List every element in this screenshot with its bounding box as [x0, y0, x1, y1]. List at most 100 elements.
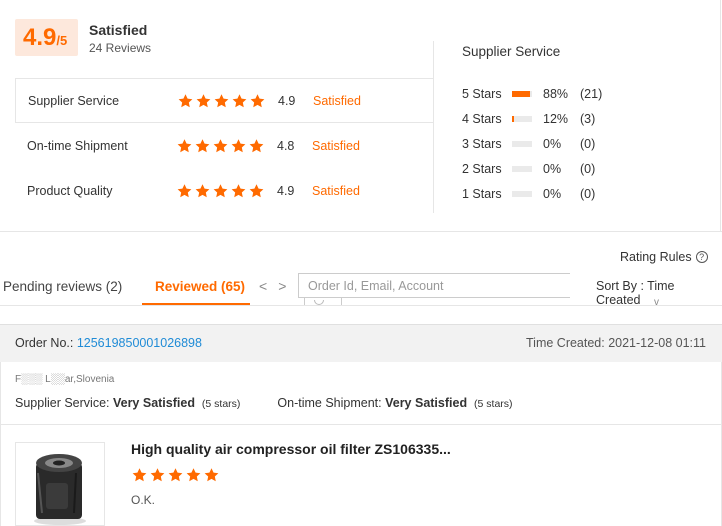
- metric-stars: [177, 93, 266, 109]
- metric-name: On-time Shipment: [27, 138, 128, 153]
- order-ratings: Supplier Service: Very Satisfied (5 star…: [15, 396, 513, 410]
- section-divider: [0, 231, 722, 232]
- overall-score-suffix: /5: [56, 33, 68, 48]
- distribution-label: 4 Stars: [462, 112, 502, 126]
- star-icon: [212, 138, 229, 154]
- distribution-row: 5 Stars 88% (21): [462, 85, 602, 103]
- distribution-count: (0): [580, 137, 596, 151]
- star-icon: [176, 138, 193, 154]
- buyer-info: F░░░ L░░ar,Slovenia: [15, 374, 115, 385]
- star-icon: [177, 93, 194, 109]
- star-icon: [195, 93, 212, 109]
- sort-by-dropdown[interactable]: Sort By : Time Created: [596, 279, 722, 307]
- star-icon: [213, 93, 230, 109]
- shipment-stars: (5 stars): [474, 398, 513, 410]
- metric-score: 4.9: [278, 93, 296, 108]
- item-divider: [0, 424, 722, 425]
- distribution-percent: 0%: [543, 137, 562, 151]
- distribution-count: (21): [580, 87, 603, 101]
- chevron-left-icon[interactable]: <: [259, 278, 267, 294]
- metric-name: Supplier Service: [28, 93, 120, 108]
- distribution-row: 2 Stars 0% (0): [462, 160, 595, 178]
- shipment-value: Very Satisfied: [385, 396, 468, 410]
- metric-row-on-time-shipment[interactable]: On-time Shipment 4.8 Satisfied: [15, 123, 433, 168]
- tab-scroll-arrows: < >: [259, 278, 286, 294]
- distribution-label: 5 Stars: [462, 87, 502, 101]
- order-number: Order No.: 125619850001026898: [15, 336, 202, 350]
- star-icon: [248, 138, 265, 154]
- distribution-label: 2 Stars: [462, 162, 502, 176]
- distribution-bar-fill: [512, 116, 515, 122]
- supplier-service-label: Supplier Service:: [15, 396, 113, 410]
- chevron-down-icon[interactable]: v: [654, 297, 659, 308]
- distribution-bar: [512, 191, 532, 197]
- distribution-label: 3 Stars: [462, 137, 502, 151]
- metric-name: Product Quality: [27, 183, 113, 198]
- metric-row-product-quality[interactable]: Product Quality 4.9 Satisfied: [15, 168, 433, 213]
- product-thumbnail[interactable]: [15, 442, 105, 526]
- distribution-percent: 12%: [543, 112, 569, 126]
- distribution-row: 1 Stars 0% (0): [462, 185, 595, 203]
- distribution-count: (0): [580, 187, 596, 201]
- distribution-label: 1 Stars: [462, 187, 502, 201]
- shipment-label: On-time Shipment:: [277, 396, 386, 410]
- metric-row-supplier-service[interactable]: Supplier Service 4.9 Satisfied: [15, 78, 433, 123]
- divider: [433, 41, 434, 213]
- star-icon: [249, 93, 266, 109]
- metric-score: 4.9: [277, 183, 295, 198]
- star-icon: [176, 183, 193, 199]
- distribution-count: (3): [580, 112, 596, 126]
- distribution-bar: [512, 91, 532, 97]
- tab-reviewed[interactable]: Reviewed (65): [155, 279, 245, 294]
- search-input[interactable]: Order Id, Email, Account: [298, 273, 570, 298]
- panel-border: [720, 0, 721, 232]
- metric-status: Satisfied: [312, 183, 360, 198]
- tab-pending-reviews[interactable]: Pending reviews (2): [3, 279, 122, 294]
- star-icon: [230, 183, 247, 199]
- metric-stars: [176, 183, 265, 199]
- tabs-divider: [0, 305, 722, 306]
- distribution-row: 3 Stars 0% (0): [462, 135, 595, 153]
- oil-filter-product-image: [34, 454, 86, 525]
- star-icon: [212, 183, 229, 199]
- star-icon: [203, 467, 220, 483]
- distribution-percent: 88%: [543, 87, 569, 101]
- review-comment: O.K.: [131, 493, 156, 507]
- distribution-percent: 0%: [543, 187, 562, 201]
- product-rating-stars: [131, 467, 220, 483]
- overall-score: 4.9: [23, 24, 57, 51]
- metric-stars: [176, 138, 265, 154]
- star-icon: [230, 138, 247, 154]
- star-icon: [194, 138, 211, 154]
- metric-status: Satisfied: [312, 138, 360, 153]
- metric-status: Satisfied: [313, 93, 361, 108]
- distribution-bar: [512, 116, 532, 122]
- star-icon: [131, 467, 148, 483]
- order-number-label: Order No.:: [15, 336, 77, 350]
- order-number-link[interactable]: 125619850001026898: [77, 336, 202, 350]
- star-icon: [149, 467, 166, 483]
- rating-rules-label: Rating Rules: [620, 250, 692, 264]
- rating-rules-link[interactable]: Rating Rules ?: [620, 250, 708, 264]
- distribution-bar-fill: [512, 91, 530, 97]
- star-icon: [231, 93, 248, 109]
- metric-score: 4.8: [277, 138, 295, 153]
- star-icon: [194, 183, 211, 199]
- time-created: Time Created: 2021-12-08 01:11: [526, 336, 706, 350]
- star-icon: [248, 183, 265, 199]
- overall-label: Satisfied: [89, 22, 148, 38]
- overall-score-badge: 4.9 /5: [15, 19, 78, 56]
- chevron-right-icon[interactable]: >: [278, 278, 286, 294]
- supplier-service-value: Very Satisfied: [112, 396, 195, 410]
- help-circle-icon: ?: [695, 251, 708, 263]
- supplier-service-stars: (5 stars): [201, 398, 241, 410]
- review-count: 24 Reviews: [89, 41, 152, 55]
- distribution-title: Supplier Service: [462, 44, 561, 59]
- distribution-bar: [512, 166, 532, 172]
- distribution-row: 4 Stars 12% (3): [462, 110, 595, 128]
- distribution-count: (0): [580, 162, 596, 176]
- product-title[interactable]: High quality air compressor oil filter Z…: [131, 441, 451, 457]
- distribution-percent: 0%: [543, 162, 562, 176]
- star-icon: [185, 467, 202, 483]
- distribution-bar: [512, 141, 532, 147]
